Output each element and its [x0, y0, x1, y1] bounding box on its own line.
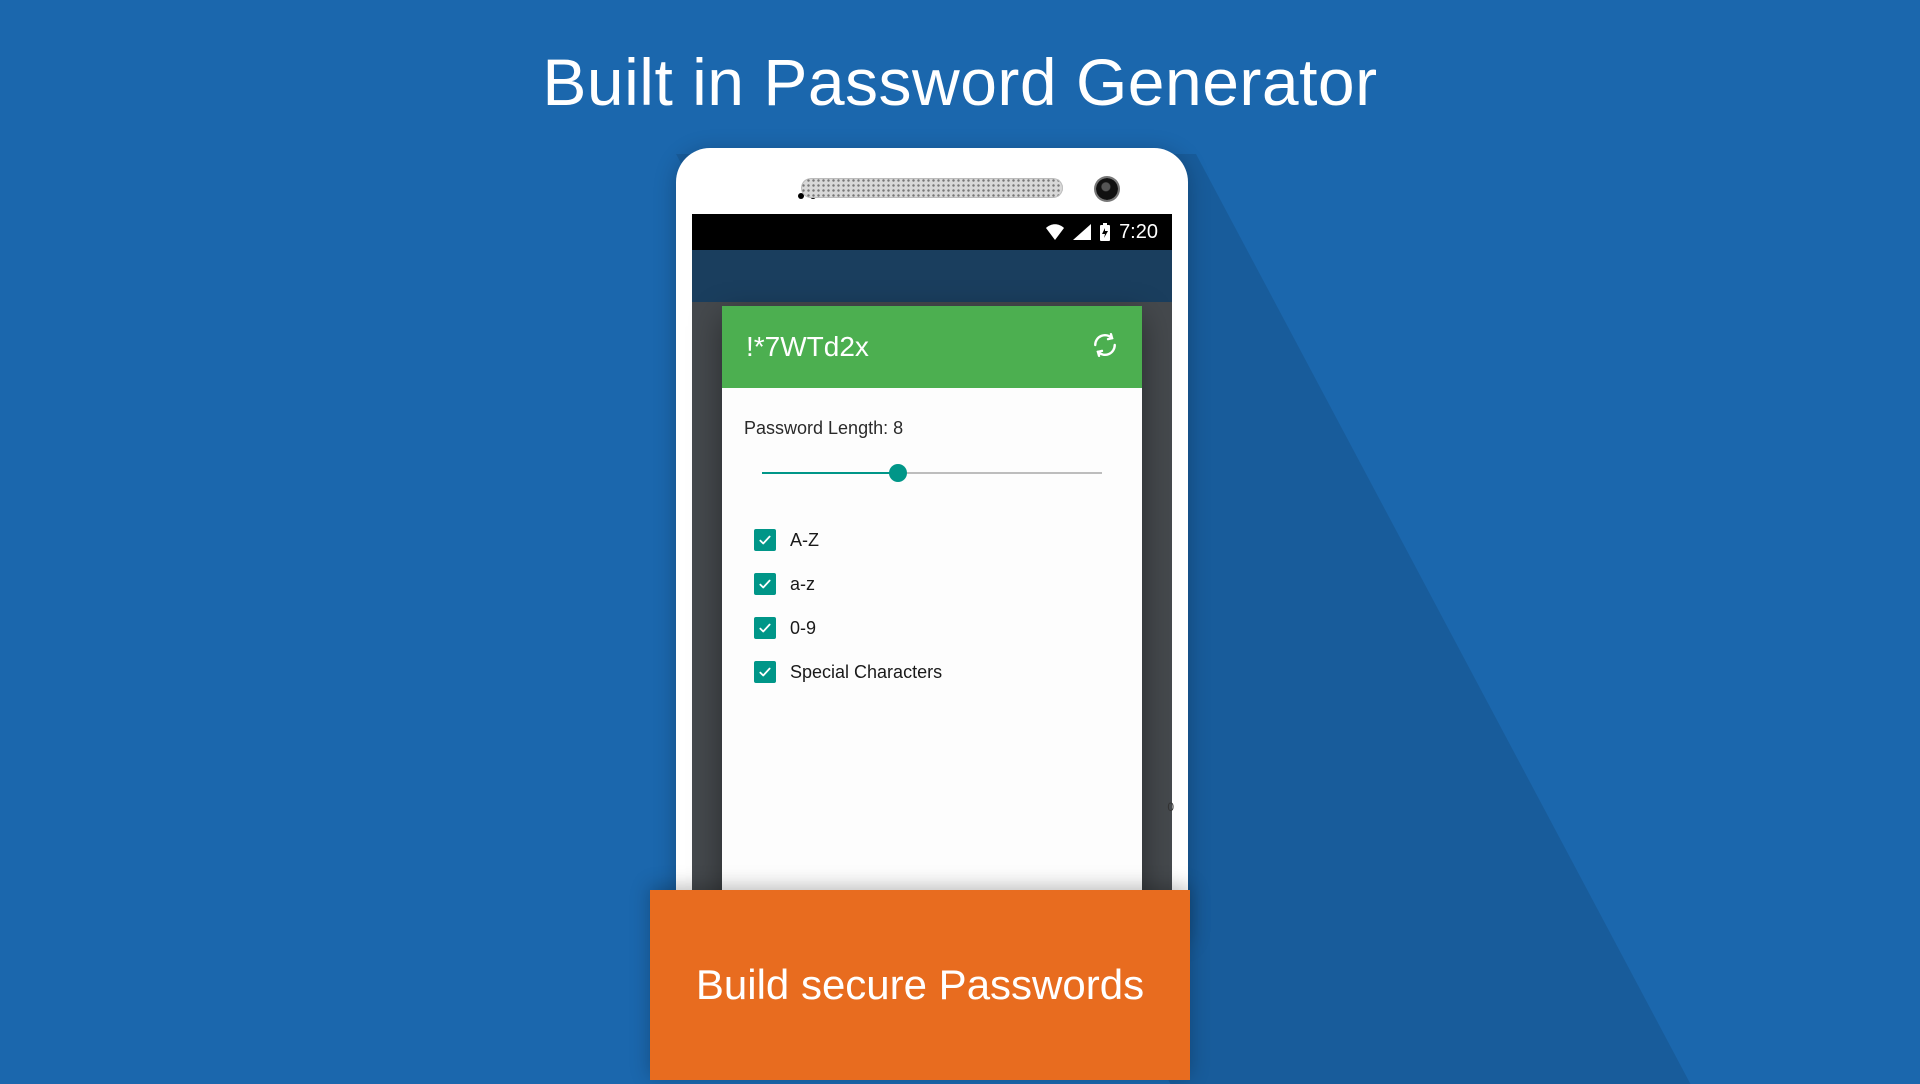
bottom-banner: Build secure Passwords — [650, 890, 1190, 1080]
password-length-label: Password Length: 8 — [744, 418, 1120, 439]
option-row: 0-9 — [754, 617, 1120, 639]
option-label: a-z — [790, 574, 815, 595]
option-label: Special Characters — [790, 662, 942, 683]
dialog-header: !*7WTd2x — [722, 306, 1142, 388]
option-row: Special Characters — [754, 661, 1120, 683]
front-camera-icon — [1096, 178, 1118, 200]
background-glyph: 0 — [1167, 800, 1174, 814]
checkbox[interactable] — [754, 573, 776, 595]
password-generator-dialog: !*7WTd2x Password Length: 8 — [722, 306, 1142, 938]
status-bar: 7:20 — [692, 214, 1172, 250]
option-label: A-Z — [790, 530, 819, 551]
checkbox[interactable] — [754, 529, 776, 551]
wifi-icon — [1045, 224, 1065, 240]
option-row: a-z — [754, 573, 1120, 595]
battery-icon — [1099, 223, 1111, 241]
app-behind-header — [692, 250, 1172, 302]
earpiece-speaker — [801, 178, 1063, 198]
cellular-icon — [1073, 224, 1091, 240]
option-label: 0-9 — [790, 618, 816, 639]
checkbox[interactable] — [754, 661, 776, 683]
phone-screen: 7:20 0 !*7WTd2x — [692, 214, 1172, 938]
phone-frame: 7:20 0 !*7WTd2x — [676, 148, 1188, 938]
refresh-button[interactable] — [1092, 332, 1118, 363]
password-length-value: 8 — [893, 418, 903, 438]
checkbox[interactable] — [754, 617, 776, 639]
length-slider[interactable] — [762, 461, 1102, 485]
status-time: 7:20 — [1119, 221, 1158, 244]
option-row: A-Z — [754, 529, 1120, 551]
generated-password: !*7WTd2x — [746, 331, 869, 363]
banner-text: Build secure Passwords — [696, 961, 1144, 1009]
page-title: Built in Password Generator — [0, 44, 1920, 120]
